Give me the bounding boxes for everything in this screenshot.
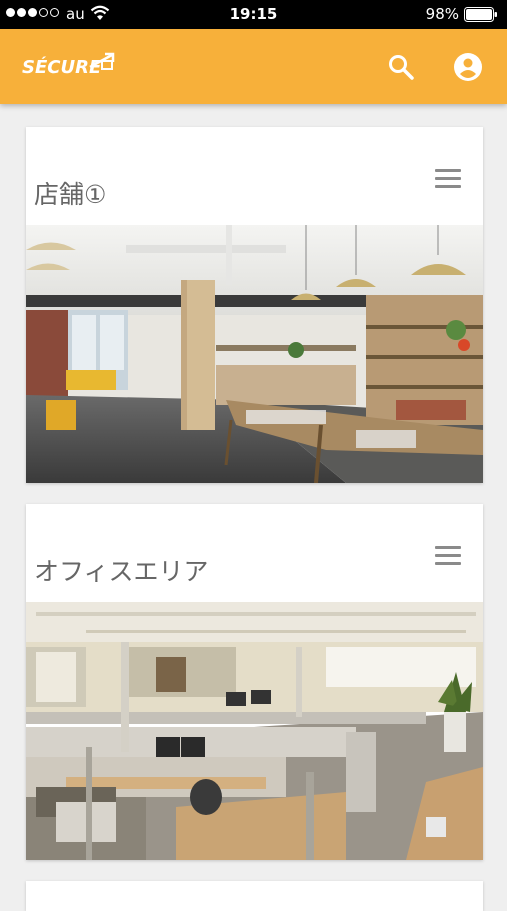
account-circle-icon[interactable] <box>453 52 483 82</box>
status-bar: au 19:15 98% <box>0 0 507 29</box>
menu-icon[interactable] <box>435 546 461 566</box>
menu-icon[interactable] <box>435 169 461 189</box>
card-title: オフィスエリア <box>34 557 209 586</box>
logo-arrow-icon <box>89 52 115 70</box>
camera-image-office[interactable] <box>26 602 483 860</box>
camera-card-office[interactable]: オフィスエリア <box>26 504 483 860</box>
battery-icon <box>464 7 497 22</box>
camera-card-partial[interactable] <box>26 881 483 911</box>
search-icon[interactable] <box>387 53 415 81</box>
app-bar: SÉCURE <box>0 29 507 104</box>
camera-image-store[interactable] <box>26 225 483 483</box>
camera-card-store[interactable]: 店舗① <box>26 127 483 483</box>
battery-percent: 98% <box>425 5 459 23</box>
card-title: 店舗① <box>34 180 107 209</box>
app-logo: SÉCURE <box>22 51 118 85</box>
